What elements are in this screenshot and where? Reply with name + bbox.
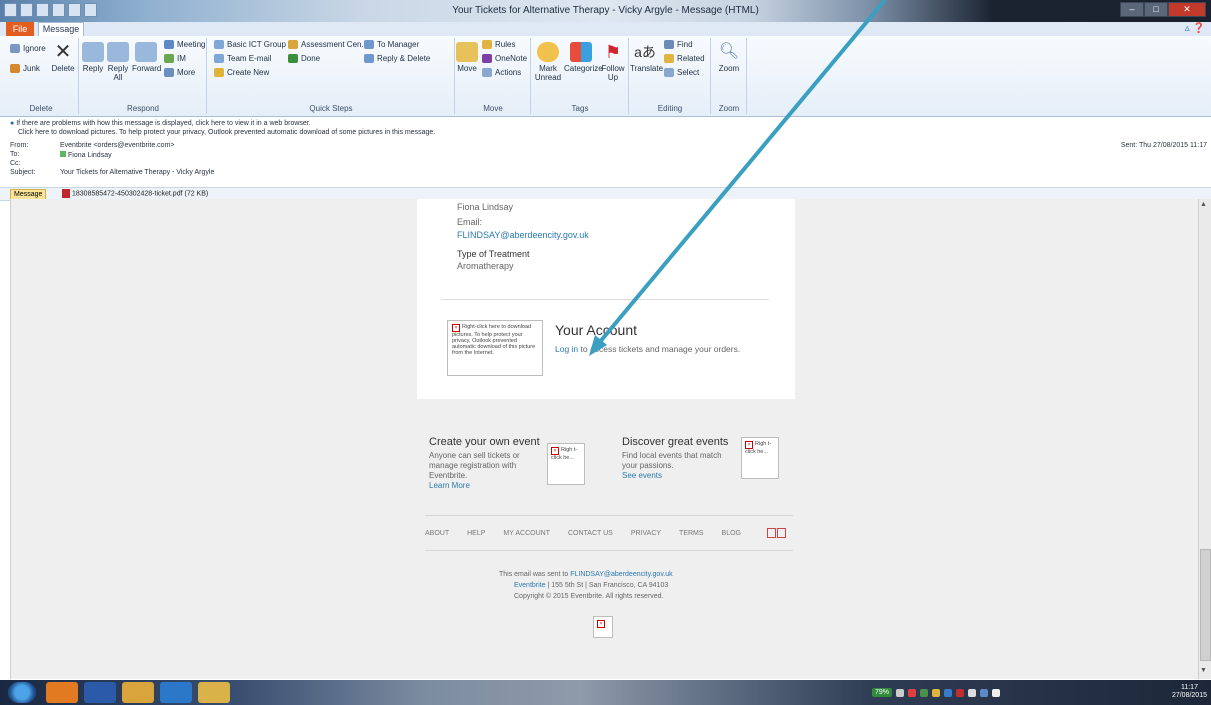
explorer-taskbar-icon[interactable]	[198, 682, 230, 703]
clock[interactable]: 11:17 27/08/2015	[1172, 684, 1207, 700]
tray-icon[interactable]	[932, 688, 941, 697]
tray-icon[interactable]	[896, 688, 905, 697]
scroll-up-icon[interactable]: ▲	[1200, 201, 1209, 211]
vertical-scrollbar[interactable]: ▲ ▼	[1198, 199, 1211, 679]
volume-icon[interactable]	[968, 688, 977, 697]
battery-indicator[interactable]: 79%	[872, 688, 893, 697]
scroll-thumb[interactable]	[1200, 549, 1211, 661]
email-body: Fiona Lindsay Email: FLINDSAY@aberdeenci…	[10, 0, 1201, 679]
start-button[interactable]	[8, 682, 36, 703]
word-taskbar-icon[interactable]	[84, 682, 116, 703]
outlook-taskbar-icon[interactable]	[46, 682, 78, 703]
arrow-shaft	[597, 0, 887, 345]
chrome-taskbar-icon[interactable]	[122, 682, 154, 703]
annotation-arrow	[589, 0, 887, 356]
network-icon[interactable]	[980, 688, 989, 697]
lync-taskbar-icon[interactable]	[160, 682, 192, 703]
scroll-down-icon[interactable]: ▼	[1200, 667, 1209, 677]
flag-tray-icon[interactable]	[992, 688, 1001, 697]
tray-icon[interactable]	[944, 688, 953, 697]
tray-icon[interactable]	[920, 688, 929, 697]
tray-icon[interactable]	[908, 688, 917, 697]
taskbar: 79% 11:17 27/08/2015	[0, 680, 1211, 705]
tray-icon[interactable]	[956, 688, 965, 697]
system-tray: 79%	[872, 682, 1206, 703]
